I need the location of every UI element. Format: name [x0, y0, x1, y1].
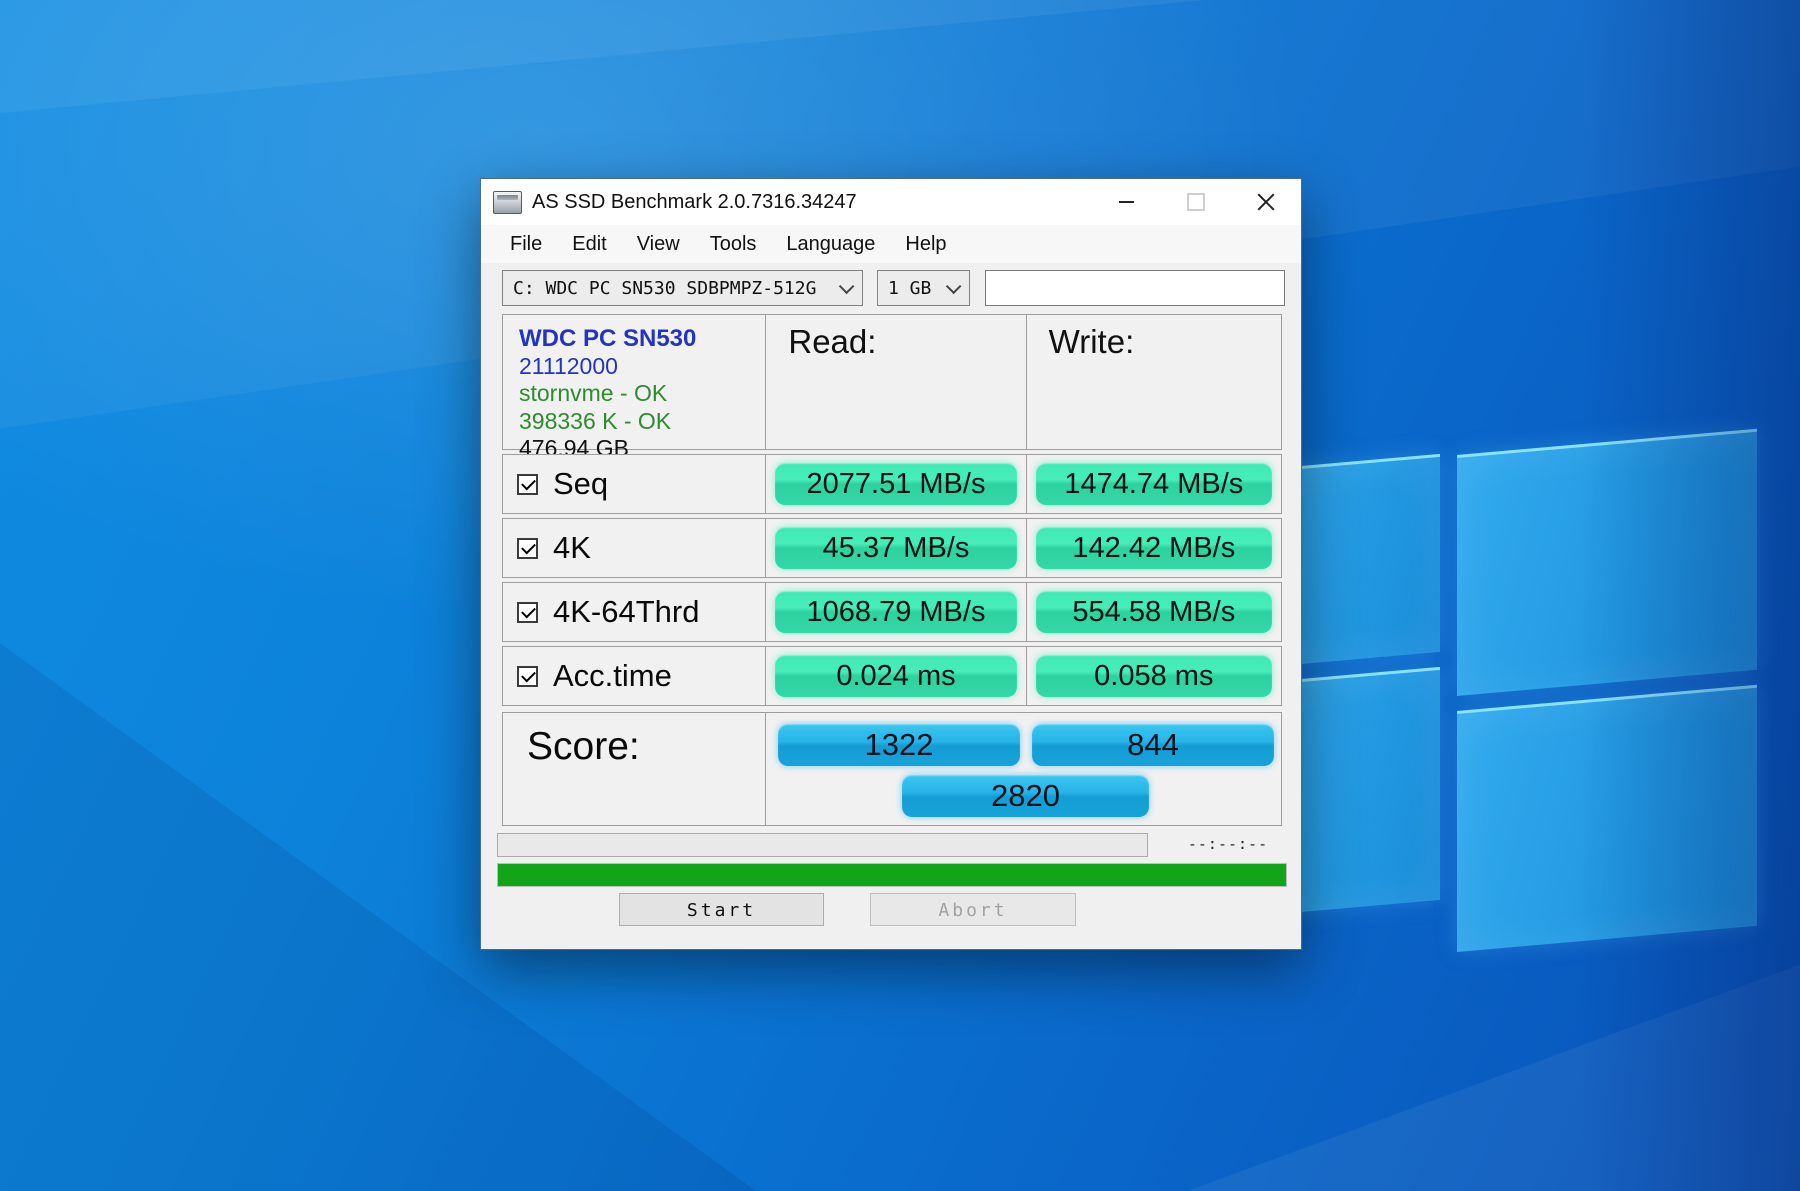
- score-label: Score:: [503, 713, 765, 769]
- drive-model: WDC PC SN530: [519, 325, 765, 353]
- minimize-icon: [1119, 201, 1134, 203]
- app-window: AS SSD Benchmark 2.0.7316.34247 File Edi…: [480, 178, 1302, 950]
- title-bar: AS SSD Benchmark 2.0.7316.34247: [481, 179, 1301, 225]
- close-icon: [1257, 193, 1275, 211]
- drive-icon: [493, 191, 522, 214]
- table-row-4k64: 4K-64Thrd 1068.79 MB/s 554.58 MB/s: [502, 582, 1282, 642]
- wallpaper-dark-edge: [1580, 0, 1800, 1191]
- close-button[interactable]: [1231, 179, 1301, 225]
- 4k-write-value: 142.42 MB/s: [1036, 527, 1272, 569]
- score-box: Score: 1322 844 2820: [502, 712, 1282, 826]
- acctime-checkbox[interactable]: [517, 666, 538, 687]
- 4k64-write-value: 554.58 MB/s: [1036, 591, 1272, 633]
- row-label: Seq: [553, 466, 608, 502]
- check-icon: [521, 603, 536, 618]
- abort-button[interactable]: Abort: [870, 893, 1076, 926]
- status-bar-green: [497, 863, 1287, 887]
- maximize-button[interactable]: [1161, 179, 1231, 225]
- test-size-value: 1 GB: [888, 278, 931, 299]
- check-icon: [521, 475, 536, 490]
- start-button[interactable]: Start: [619, 893, 824, 926]
- alignment-status: 398336 K - OK: [519, 408, 765, 435]
- seq-checkbox[interactable]: [517, 474, 538, 495]
- table-row-acctime: Acc.time 0.024 ms 0.058 ms: [502, 646, 1282, 706]
- table-row-4k: 4K 45.37 MB/s 142.42 MB/s: [502, 518, 1282, 578]
- 4k64-read-value: 1068.79 MB/s: [775, 591, 1016, 633]
- chevron-down-icon: [839, 278, 855, 294]
- acctime-write-value: 0.058 ms: [1036, 655, 1272, 697]
- chevron-down-icon: [946, 278, 962, 294]
- minimize-button[interactable]: [1091, 179, 1161, 225]
- table-row-seq: Seq 2077.51 MB/s 1474.74 MB/s: [502, 454, 1282, 514]
- menu-edit[interactable]: Edit: [557, 229, 621, 260]
- score-read: 1322: [778, 724, 1020, 766]
- menu-file[interactable]: File: [495, 229, 557, 260]
- read-column: Read:: [765, 315, 1025, 449]
- row-label: 4K: [553, 530, 591, 566]
- progress-bar: [497, 833, 1148, 857]
- read-column-header: Read:: [766, 315, 1025, 361]
- drive-select[interactable]: C: WDC PC SN530 SDBPMPZ-512G: [502, 270, 863, 306]
- menu-bar: File Edit View Tools Language Help: [481, 225, 1301, 263]
- maximize-icon: [1187, 193, 1205, 211]
- result-textbox[interactable]: [985, 270, 1285, 306]
- write-column: Write:: [1026, 315, 1281, 449]
- menu-help[interactable]: Help: [890, 229, 961, 260]
- seq-write-value: 1474.74 MB/s: [1036, 463, 1272, 505]
- menu-tools[interactable]: Tools: [695, 229, 772, 260]
- score-write: 844: [1032, 724, 1274, 766]
- acctime-read-value: 0.024 ms: [775, 655, 1016, 697]
- drive-select-value: C: WDC PC SN530 SDBPMPZ-512G: [513, 278, 816, 299]
- menu-view[interactable]: View: [622, 229, 695, 260]
- drive-firmware: 21112000: [519, 353, 765, 380]
- 4k-read-value: 45.37 MB/s: [775, 527, 1016, 569]
- score-total: 2820: [902, 775, 1149, 817]
- score-values: 1322 844 2820: [765, 713, 1281, 825]
- row-label: 4K-64Thrd: [553, 594, 699, 630]
- driver-status: stornvme - OK: [519, 380, 765, 407]
- check-icon: [521, 667, 536, 682]
- 4k64-checkbox[interactable]: [517, 602, 538, 623]
- row-label: Acc.time: [553, 658, 672, 694]
- test-size-select[interactable]: 1 GB: [877, 270, 970, 306]
- 4k-checkbox[interactable]: [517, 538, 538, 559]
- drive-info-box: WDC PC SN530 21112000 stornvme - OK 3983…: [502, 314, 1282, 450]
- drive-info: WDC PC SN530 21112000 stornvme - OK 3983…: [503, 315, 765, 449]
- window-controls: [1091, 179, 1301, 225]
- check-icon: [521, 539, 536, 554]
- menu-language[interactable]: Language: [771, 229, 890, 260]
- seq-read-value: 2077.51 MB/s: [775, 463, 1016, 505]
- write-column-header: Write:: [1027, 315, 1281, 361]
- window-title: AS SSD Benchmark 2.0.7316.34247: [532, 191, 857, 214]
- elapsed-time: --:--:--: [1169, 835, 1287, 853]
